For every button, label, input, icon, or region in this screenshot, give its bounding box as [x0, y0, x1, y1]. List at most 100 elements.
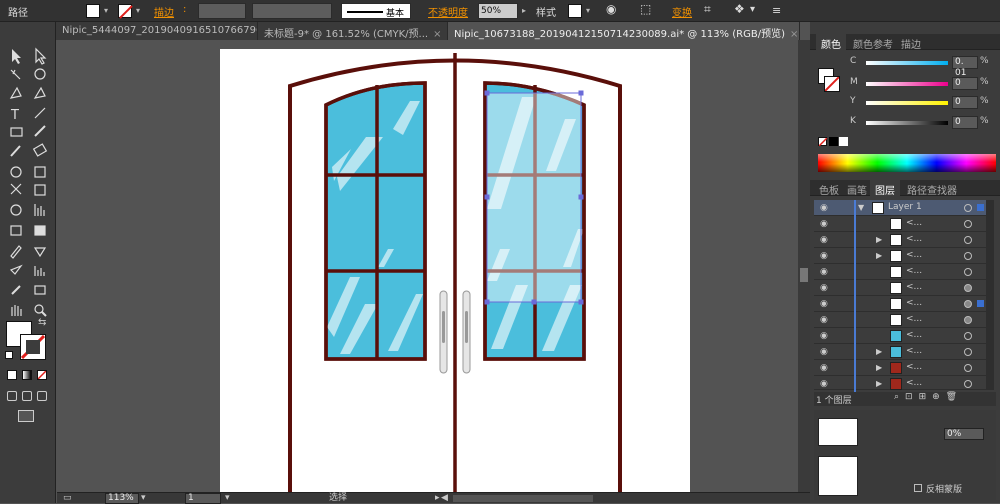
page-field[interactable]: 1	[185, 493, 221, 504]
color-panel-stroke[interactable]	[824, 76, 840, 92]
vertical-scrollbar[interactable]	[798, 40, 810, 492]
k-value-field[interactable]: 0	[952, 116, 978, 129]
eye-icon[interactable]: ◉	[820, 379, 828, 389]
sublayer-row[interactable]: ◉ ▶ <...	[814, 248, 994, 264]
recolor-artwork-icon[interactable]: ◉	[606, 2, 616, 16]
swap-colors-icon[interactable]: ⇆	[38, 317, 46, 328]
door-illustration[interactable]	[220, 49, 690, 492]
artboard-icon[interactable]: ▭	[63, 493, 72, 504]
stroke-swatch[interactable]	[118, 4, 133, 19]
sublayer-row[interactable]: ◉ <...	[814, 264, 994, 280]
chevron-down-icon[interactable]: ▾	[102, 5, 110, 17]
eye-icon[interactable]: ◉	[820, 235, 828, 245]
tab-swatches[interactable]: 色板	[814, 180, 844, 197]
tab-layers[interactable]: 图层	[870, 180, 900, 197]
slider-c[interactable]: C 0. 01 %	[850, 56, 995, 78]
draw-normal-icon[interactable]	[7, 391, 17, 401]
layer-row-main[interactable]: ◉ ▼ Layer 1	[814, 200, 994, 216]
object-thumbnail[interactable]	[818, 456, 858, 496]
opacity-label[interactable]: 不透明度	[428, 4, 468, 19]
tab-document-3[interactable]: Nipic_10673188_20190412150714230089.ai* …	[448, 22, 800, 40]
transparency-opacity-field[interactable]: 0%	[944, 428, 984, 440]
slider-m[interactable]: M 0 %	[850, 77, 995, 91]
chevron-down-icon[interactable]: ▾	[225, 493, 230, 504]
chevron-down-icon[interactable]: ▾	[584, 5, 592, 17]
variable-width-profile[interactable]	[252, 3, 332, 19]
chevron-right-icon[interactable]: ▸	[520, 5, 528, 17]
sublayer-row[interactable]: ◉ ▶ <...	[814, 232, 994, 248]
color-mode-icon[interactable]	[7, 370, 17, 380]
layer-action-icons[interactable]: ⌕⊡⊞⊕🗑	[894, 392, 963, 402]
y-value-field[interactable]: 0	[952, 96, 978, 109]
none-swatch[interactable]	[818, 137, 828, 147]
screen-mode-icon[interactable]	[18, 410, 34, 422]
scroll-thumb[interactable]	[800, 268, 808, 282]
sublayer-row[interactable]: ◉ ▶ <...	[814, 376, 994, 392]
draw-behind-icon[interactable]	[22, 391, 32, 401]
c-value-field[interactable]: 0. 01	[952, 56, 978, 78]
eye-icon[interactable]: ◉	[820, 299, 828, 309]
canvas-area[interactable]	[57, 40, 800, 492]
panel-menu-icon[interactable]: ≡	[772, 4, 781, 17]
slider-k[interactable]: K 0 %	[850, 116, 995, 130]
white-swatch[interactable]	[839, 137, 848, 146]
chevron-down-icon[interactable]: ▾	[141, 493, 146, 504]
tab-color-guide[interactable]: 颜色参考	[848, 34, 898, 51]
isolate-icon[interactable]: ❖	[734, 2, 745, 16]
opacity-field[interactable]: 50%	[478, 3, 518, 19]
close-icon[interactable]: ×	[433, 29, 441, 40]
sublayer-row[interactable]: ◉ <...	[814, 296, 994, 312]
brush-definition[interactable]: 基本	[341, 3, 411, 19]
layer-name[interactable]: Layer 1	[888, 202, 922, 212]
tab-document-2[interactable]: 未标题-9* @ 161.52% (CMYK/预... ×	[258, 22, 448, 40]
eye-icon[interactable]: ◉	[820, 363, 828, 373]
graphic-style-swatch[interactable]	[568, 4, 582, 18]
k-track[interactable]	[866, 121, 948, 125]
eye-icon[interactable]: ◉	[820, 251, 828, 261]
eye-icon[interactable]: ◉	[820, 283, 828, 293]
eye-icon[interactable]: ◉	[820, 267, 828, 277]
sublayer-row[interactable]: ◉ <...	[814, 312, 994, 328]
sublayer-row[interactable]: ◉ <...	[814, 216, 994, 232]
tab-color[interactable]: 颜色	[816, 34, 846, 51]
tab-stroke[interactable]: 描边	[896, 34, 926, 51]
eye-icon[interactable]: ◉	[820, 347, 828, 357]
eye-icon[interactable]: ◉	[820, 219, 828, 229]
transform-label[interactable]: 变换	[672, 4, 692, 19]
close-icon[interactable]: ×	[790, 29, 798, 40]
tab-pathfinder[interactable]: 路径查找器	[902, 180, 962, 197]
target-icon[interactable]	[964, 204, 972, 212]
mask-thumbnail[interactable]	[818, 418, 858, 446]
slider-y[interactable]: Y 0 %	[850, 96, 995, 110]
stroke-label[interactable]: 描边	[154, 4, 174, 19]
sublayer-row[interactable]: ◉ <...	[814, 328, 994, 344]
invert-mask-checkbox[interactable]	[914, 484, 922, 492]
chevron-right-icon[interactable]: ▸	[435, 493, 440, 504]
artboard[interactable]	[220, 49, 690, 492]
stroke-weight-field[interactable]	[198, 3, 246, 19]
fill-swatch[interactable]	[86, 4, 100, 18]
chevron-down-icon[interactable]: ▾	[134, 5, 142, 17]
stroke-color-box[interactable]	[20, 334, 46, 360]
sublayer-row[interactable]: ◉ ▶ <...	[814, 360, 994, 376]
tab-document-1[interactable]: Nipic_5444097_20190409165107667964.ai*×	[56, 22, 258, 40]
sublayer-row[interactable]: ◉ <...	[814, 280, 994, 296]
align-icon[interactable]: ⬚	[640, 2, 651, 16]
chevron-left-icon[interactable]: ◀	[441, 493, 448, 504]
eye-icon[interactable]: ◉	[820, 203, 828, 213]
default-colors-icon[interactable]	[5, 351, 13, 359]
black-swatch[interactable]	[829, 137, 838, 146]
m-track[interactable]	[866, 82, 948, 86]
chevron-down-icon[interactable]: ▼	[858, 203, 864, 212]
zoom-field[interactable]: 113%	[105, 493, 139, 504]
color-spectrum[interactable]	[818, 154, 996, 172]
tab-brushes[interactable]: 画笔	[842, 180, 872, 197]
none-mode-icon[interactable]	[37, 370, 47, 380]
horizontal-scrollbar[interactable]	[453, 495, 593, 502]
m-value-field[interactable]: 0	[952, 77, 978, 90]
transform-icon[interactable]: ⌗	[704, 2, 711, 17]
c-track[interactable]	[866, 61, 948, 65]
sublayer-row[interactable]: ◉ ▶ <...	[814, 344, 994, 360]
draw-inside-icon[interactable]	[37, 391, 47, 401]
gradient-mode-icon[interactable]	[22, 370, 32, 380]
